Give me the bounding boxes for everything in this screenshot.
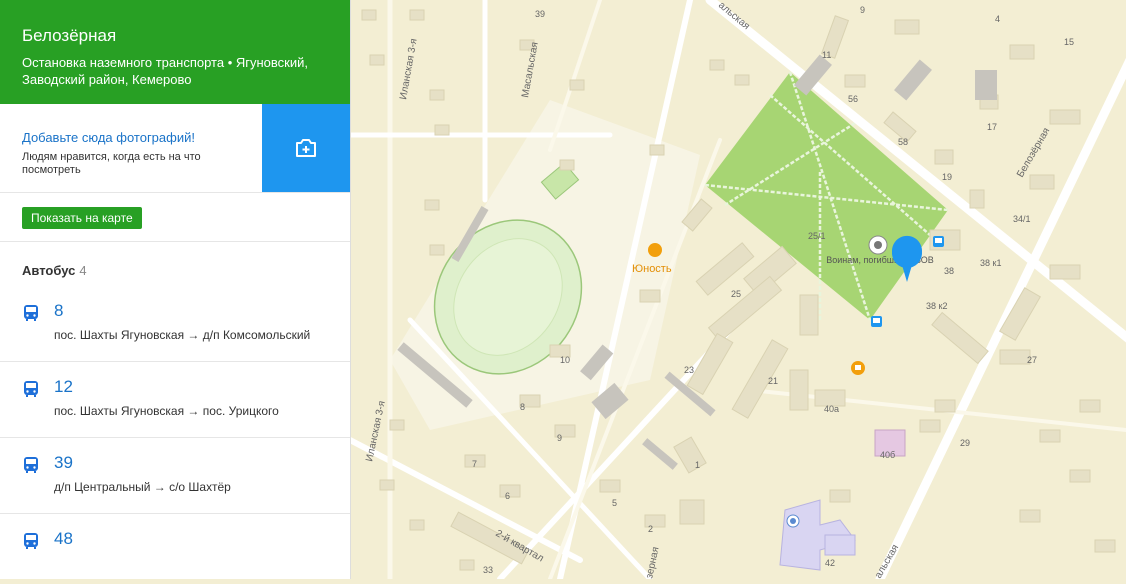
building-number: 1 bbox=[695, 460, 700, 470]
stop-title: Белозёрная bbox=[22, 26, 117, 45]
culture-icon bbox=[648, 243, 662, 257]
bus-icon bbox=[24, 533, 38, 549]
building-number: 33 bbox=[483, 565, 493, 575]
building-number: 56 bbox=[848, 94, 858, 104]
add-photo-button[interactable] bbox=[262, 104, 350, 192]
bus-icon bbox=[24, 457, 38, 473]
yunost-label: Юность bbox=[632, 263, 672, 275]
add-photo-link[interactable]: Добавьте сюда фотографий! bbox=[22, 130, 252, 145]
building-number: 40а bbox=[824, 404, 839, 414]
building-number: 38 к1 bbox=[980, 258, 1001, 268]
route-direction: д/п Центральный → с/о Шахтёр bbox=[54, 480, 231, 494]
bus-icon bbox=[24, 305, 38, 321]
building-number: 42 bbox=[825, 558, 835, 568]
route-count: 4 bbox=[79, 263, 87, 278]
building-number: 19 bbox=[942, 172, 952, 182]
building-number: 40б bbox=[880, 450, 895, 460]
building-number: 2 bbox=[648, 524, 653, 534]
route-number: 8 bbox=[54, 301, 64, 320]
building-number: 27 bbox=[1027, 355, 1037, 365]
route-item[interactable]: 12 пос. Шахты Ягуновская → пос. Урицкого bbox=[0, 362, 350, 438]
route-list: 8 пос. Шахты Ягуновская → д/п Комсомольск… bbox=[0, 286, 350, 579]
route-direction: пос. Шахты Ягуновская → д/п Комсомольски… bbox=[54, 328, 311, 342]
stop-card: Белозёрная Остановка наземного транспорт… bbox=[0, 0, 351, 579]
show-on-map-button[interactable]: Показать на карте bbox=[22, 207, 142, 229]
building-number: 17 bbox=[987, 122, 997, 132]
photo-prompt-text: Добавьте сюда фотографий! Людям нравится… bbox=[0, 104, 262, 192]
building-number: 6 bbox=[505, 491, 510, 501]
photo-prompt: Добавьте сюда фотографий! Людям нравится… bbox=[0, 104, 350, 193]
building-number: 38 к2 bbox=[926, 301, 947, 311]
building-number: 15 bbox=[1064, 37, 1074, 47]
cafe-marker[interactable] bbox=[851, 361, 865, 375]
route-number: 39 bbox=[54, 453, 73, 472]
building-number: 10 bbox=[560, 355, 570, 365]
photo-description: Людям нравится, когда есть на что посмот… bbox=[22, 151, 201, 176]
route-direction: пос. Шахты Ягуновская → пос. Урицкого bbox=[54, 404, 279, 418]
bus-stop-marker-2[interactable] bbox=[871, 316, 882, 327]
route-number: 12 bbox=[54, 377, 73, 396]
route-item[interactable]: 39 д/п Центральный → с/о Шахтёр bbox=[0, 438, 350, 514]
building-number: 25/1 bbox=[808, 231, 826, 241]
building-number: 11 bbox=[822, 50, 831, 60]
school-marker[interactable] bbox=[786, 514, 800, 528]
building-number: 9 bbox=[557, 433, 562, 443]
building-number: 7 bbox=[472, 459, 477, 469]
transport-type-label: Автобус bbox=[22, 263, 76, 278]
stop-subtitle: Остановка наземного транспорта • Ягуновс… bbox=[22, 55, 308, 87]
stop-header: Белозёрная Остановка наземного транспорт… bbox=[0, 0, 350, 104]
building-number: 21 bbox=[768, 376, 778, 386]
building-number: 34/1 bbox=[1013, 214, 1031, 224]
building-number: 39 bbox=[535, 9, 545, 19]
show-on-map-row: Показать на карте bbox=[0, 193, 350, 242]
map-view[interactable]: Иланская 3-я Масальская Иланская 3-я Бел… bbox=[347, 0, 1126, 584]
building-number: 58 bbox=[898, 137, 908, 147]
building-number: 4 bbox=[995, 14, 1000, 24]
map-canvas[interactable]: Иланская 3-я Масальская Иланская 3-я Бел… bbox=[347, 0, 1126, 584]
monument-icon-dot bbox=[874, 241, 882, 249]
bus-icon bbox=[24, 381, 38, 397]
building-number: 5 bbox=[612, 498, 617, 508]
building-number: 9 bbox=[860, 5, 865, 15]
route-number: 48 bbox=[54, 529, 73, 548]
building-number: 23 bbox=[684, 365, 694, 375]
building-number: 8 bbox=[520, 402, 525, 412]
building-number: 25 bbox=[731, 289, 741, 299]
route-item[interactable]: 8 пос. Шахты Ягуновская → д/п Комсомольск… bbox=[0, 286, 350, 362]
camera-plus-icon bbox=[296, 139, 316, 157]
route-item[interactable]: 48 bbox=[0, 514, 350, 579]
transport-type-heading: Автобус 4 bbox=[0, 242, 350, 286]
bus-stop-marker-1[interactable] bbox=[933, 236, 944, 247]
building-number: 29 bbox=[960, 438, 970, 448]
building-number: 38 bbox=[944, 266, 954, 276]
